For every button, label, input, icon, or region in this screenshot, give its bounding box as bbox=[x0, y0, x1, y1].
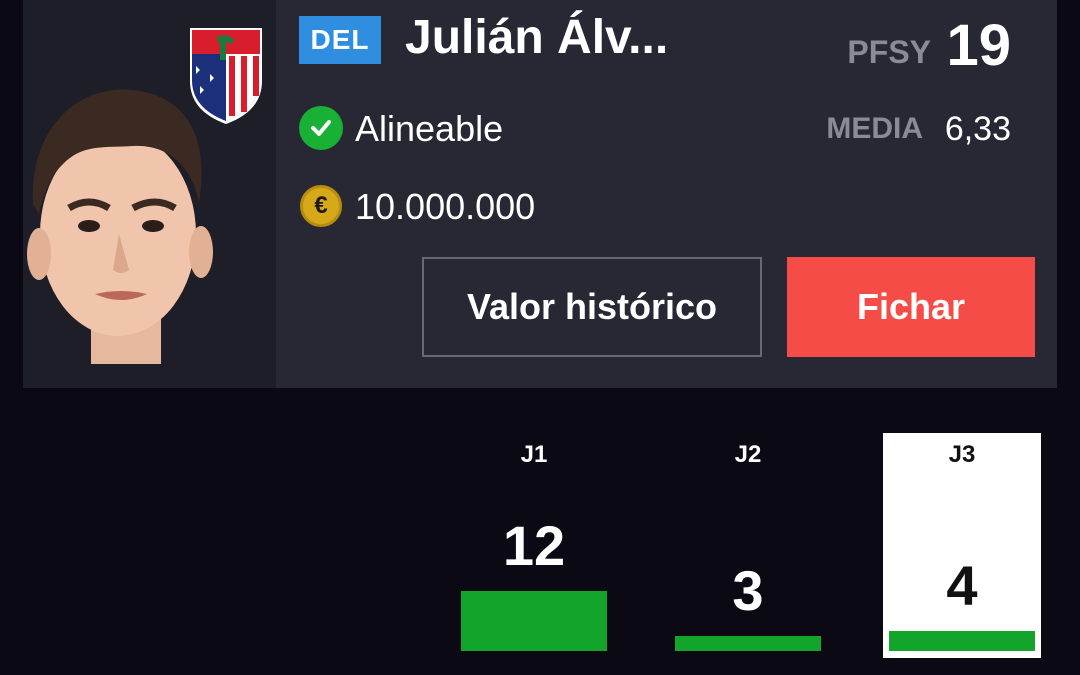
media-value: 6,33 bbox=[944, 110, 1011, 148]
media-label: MEDIA bbox=[826, 112, 923, 145]
round-points: 12 bbox=[502, 514, 566, 577]
player-portrait-image bbox=[27, 89, 213, 364]
pfsy-points: 19 bbox=[946, 13, 1011, 78]
availability-status: Alineable bbox=[355, 108, 504, 149]
pfsy-label: PFSY bbox=[847, 34, 931, 70]
historical-value-button[interactable]: Valor histórico bbox=[422, 257, 762, 357]
player-card: DEL Julián Álv... PFSY 19 Alineable MEDI… bbox=[23, 0, 1057, 388]
position-badge: DEL bbox=[299, 16, 381, 64]
player-photo-panel bbox=[23, 0, 276, 388]
round-label: J3 bbox=[948, 441, 976, 468]
round-label: J2 bbox=[734, 441, 762, 468]
player-price: 10.000.000 bbox=[355, 186, 536, 227]
points-bar bbox=[461, 591, 607, 651]
sign-player-button[interactable]: Fichar bbox=[787, 257, 1035, 357]
round-points: 4 bbox=[946, 554, 978, 617]
round-j1[interactable]: J1 12 bbox=[455, 433, 613, 658]
round-j2[interactable]: J2 3 bbox=[669, 433, 827, 658]
points-bar bbox=[675, 636, 821, 651]
euro-coin-icon: € bbox=[300, 185, 342, 227]
check-circle-icon bbox=[299, 106, 343, 150]
points-bar bbox=[889, 631, 1035, 651]
round-points: 3 bbox=[732, 559, 764, 622]
round-label: J1 bbox=[520, 441, 548, 468]
round-j3[interactable]: J3 4 bbox=[883, 433, 1041, 658]
player-name[interactable]: Julián Álv... bbox=[405, 10, 668, 65]
